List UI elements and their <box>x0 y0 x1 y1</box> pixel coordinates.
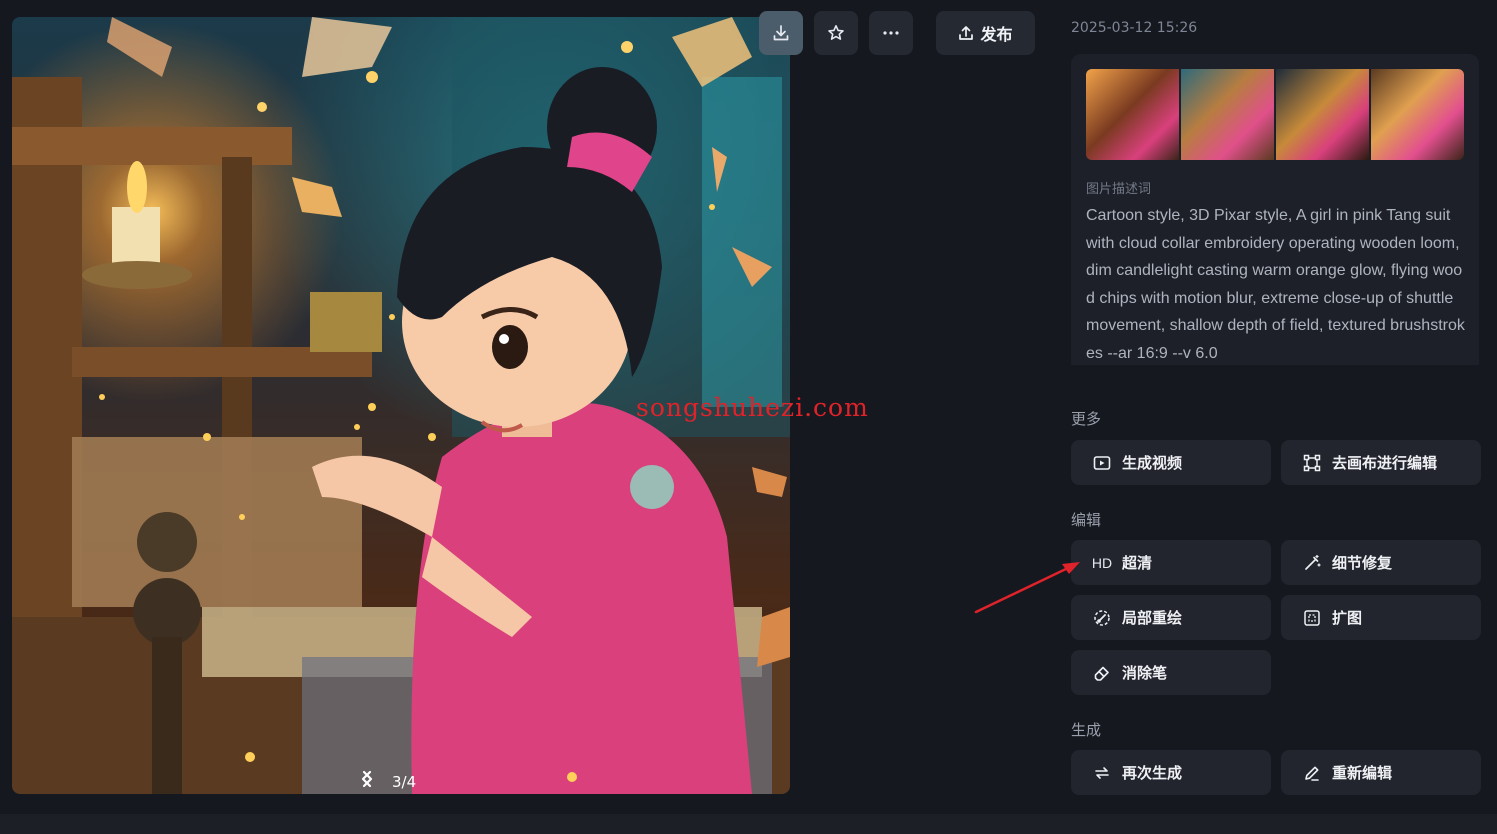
section-title-edit: 编辑 <box>1071 511 1102 529</box>
download-button[interactable] <box>759 11 803 55</box>
upscale-hd-label: 超清 <box>1122 554 1153 572</box>
prompt-text: Cartoon style, 3D Pixar style, A girl in… <box>1086 207 1465 362</box>
generate-video-button[interactable]: 生成视频 <box>1071 440 1271 485</box>
eraser-icon <box>1092 663 1112 683</box>
expand-image-button[interactable]: 扩图 <box>1281 595 1481 640</box>
regenerate-label: 再次生成 <box>1122 764 1183 782</box>
pencil-icon <box>1302 763 1322 783</box>
edit-on-canvas-button[interactable]: 去画布进行编辑 <box>1281 440 1481 485</box>
thumbnail-strip <box>1086 69 1464 160</box>
star-icon <box>828 25 844 40</box>
watermark: songshuhezi.com <box>636 393 869 422</box>
inpaint-icon <box>1092 608 1112 628</box>
hd-icon: HD <box>1091 554 1113 571</box>
thumbnail-3[interactable] <box>1276 69 1369 160</box>
canvas-icon <box>1302 453 1322 473</box>
re-edit-label: 重新编辑 <box>1332 764 1393 782</box>
created-timestamp: 2025-03-12 15:26 <box>1071 20 1198 36</box>
thumbnail-4[interactable] <box>1371 69 1464 160</box>
bottom-strip <box>0 814 1497 834</box>
detail-repair-button[interactable]: 细节修复 <box>1281 540 1481 585</box>
annotation-arrow-icon <box>974 562 1080 614</box>
detail-repair-label: 细节修复 <box>1332 554 1393 572</box>
publish-label: 发布 <box>980 25 1013 44</box>
thumbnail-2[interactable] <box>1181 69 1274 160</box>
favorite-button[interactable] <box>814 11 858 55</box>
re-edit-button[interactable]: 重新编辑 <box>1281 750 1481 795</box>
download-icon <box>773 25 789 41</box>
prompt-card: 图片描述词 Cartoon style, 3D Pixar style, A g… <box>1071 54 1479 365</box>
inpaint-label: 局部重绘 <box>1122 609 1183 627</box>
eraser-button[interactable]: 消除笔 <box>1071 650 1271 695</box>
edit-on-canvas-label: 去画布进行编辑 <box>1332 454 1438 472</box>
expand-icon <box>1302 608 1322 628</box>
chevron-right-icon <box>362 770 373 788</box>
more-icon <box>883 31 899 35</box>
publish-button[interactable]: 发布 <box>936 11 1035 55</box>
image-pager: 3/4 <box>360 770 448 794</box>
upload-icon <box>959 26 974 40</box>
section-title-generate: 生成 <box>1071 721 1102 739</box>
generate-video-label: 生成视频 <box>1122 454 1183 472</box>
upscale-hd-button[interactable]: HD 超清 <box>1071 540 1271 585</box>
regenerate-button[interactable]: 再次生成 <box>1071 750 1271 795</box>
thumbnail-1[interactable] <box>1086 69 1179 160</box>
expand-image-label: 扩图 <box>1332 609 1363 627</box>
magic-wand-icon <box>1302 553 1322 573</box>
eraser-label: 消除笔 <box>1122 664 1168 682</box>
video-icon <box>1092 453 1112 473</box>
prompt-label: 图片描述词 <box>1086 182 1152 197</box>
inpaint-button[interactable]: 局部重绘 <box>1071 595 1271 640</box>
next-image-button[interactable] <box>362 770 448 794</box>
section-title-more: 更多 <box>1071 410 1102 428</box>
page-counter: 3/4 <box>392 773 417 791</box>
regenerate-icon <box>1092 763 1112 783</box>
more-options-button[interactable] <box>869 11 913 55</box>
